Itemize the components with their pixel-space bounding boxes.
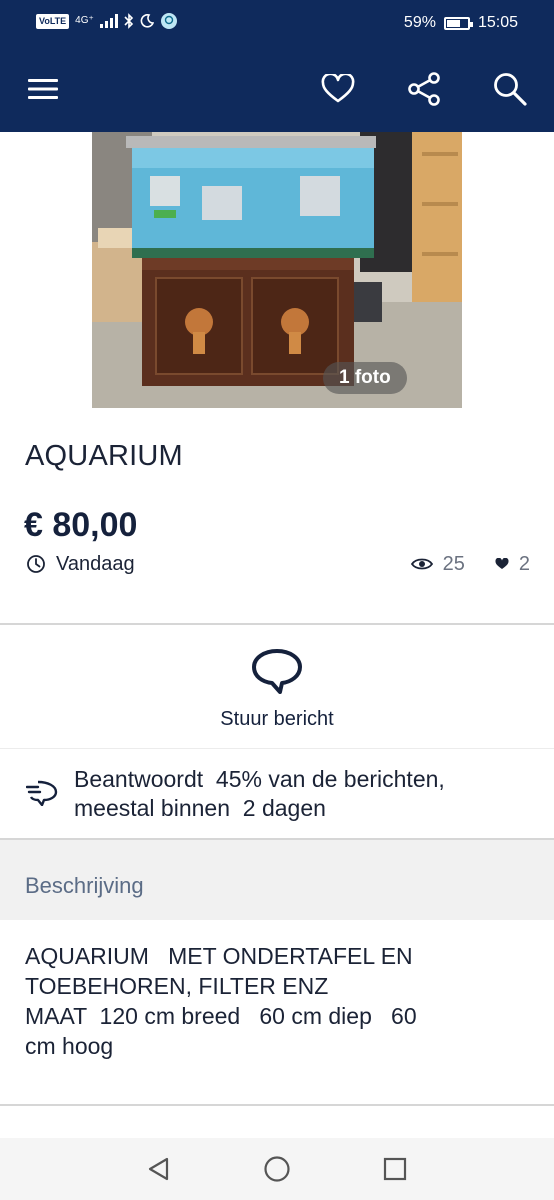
- listing-photo[interactable]: 1 foto: [92, 132, 462, 408]
- share-icon: [408, 72, 440, 106]
- heart-small-icon: [495, 558, 509, 569]
- description-header: Beschrijving: [0, 840, 554, 920]
- views-count: 25: [442, 553, 465, 575]
- fast-reply-icon: [26, 780, 58, 806]
- heart-icon: [321, 74, 355, 103]
- description-body: AQUARIUM MET ONDERTAFEL EN TOEBEHOREN, F…: [25, 943, 417, 1059]
- favorites-stat: 2: [495, 551, 530, 577]
- views-stat: 25: [410, 551, 465, 577]
- recents-button[interactable]: [380, 1154, 410, 1184]
- menu-button[interactable]: [22, 68, 64, 110]
- signal-icon: [99, 14, 118, 28]
- share-button[interactable]: [403, 68, 445, 110]
- search-button[interactable]: [489, 68, 531, 110]
- description-header-label: Beschrijving: [25, 873, 144, 898]
- response-rate-text: Beantwoordt 45% van de berichten, meesta…: [74, 766, 445, 821]
- status-bar: VoLTE 4G⁺ 59% 15:05: [0, 0, 554, 46]
- app-bar: [0, 46, 554, 132]
- status-icons-left: VoLTE 4G⁺: [36, 12, 178, 30]
- search-icon: [494, 73, 527, 106]
- clock-icon: [27, 555, 45, 573]
- aquarium-photo: [92, 132, 462, 408]
- battery-icon: [443, 16, 473, 30]
- volte-badge: VoLTE: [36, 13, 70, 29]
- battery-percent: 59%: [403, 14, 436, 31]
- listing-stats: 25 2: [410, 551, 530, 577]
- listing-price: € 80,00: [24, 506, 138, 544]
- posted-date-label: Vandaag: [56, 553, 135, 575]
- posted-date: Vandaag: [26, 551, 135, 577]
- divider: [0, 748, 554, 749]
- favorites-count: 2: [518, 553, 530, 575]
- photo-gallery[interactable]: 1 foto: [0, 132, 554, 408]
- system-nav-bar: [0, 1138, 554, 1200]
- divider: [0, 1104, 554, 1106]
- menu-icon: [28, 79, 58, 99]
- recents-icon: [383, 1157, 407, 1181]
- send-message-label: Stuur bericht: [220, 708, 334, 730]
- listing-title: AQUARIUM: [25, 440, 183, 472]
- home-button[interactable]: [262, 1154, 292, 1184]
- status-icons-right: 59% 15:05: [404, 12, 518, 34]
- moon-icon: [140, 14, 154, 28]
- favorite-button[interactable]: [317, 68, 359, 110]
- home-icon: [264, 1156, 290, 1182]
- app-notification-icon: [160, 13, 177, 29]
- bluetooth-icon: [124, 13, 133, 29]
- network-type: 4G⁺: [75, 15, 94, 26]
- chat-bubble-icon: [252, 649, 302, 694]
- photo-count-badge: 1 foto: [323, 362, 407, 394]
- eye-icon: [410, 558, 433, 570]
- clock: 15:05: [477, 14, 518, 31]
- back-button[interactable]: [144, 1154, 174, 1184]
- back-icon: [148, 1157, 169, 1181]
